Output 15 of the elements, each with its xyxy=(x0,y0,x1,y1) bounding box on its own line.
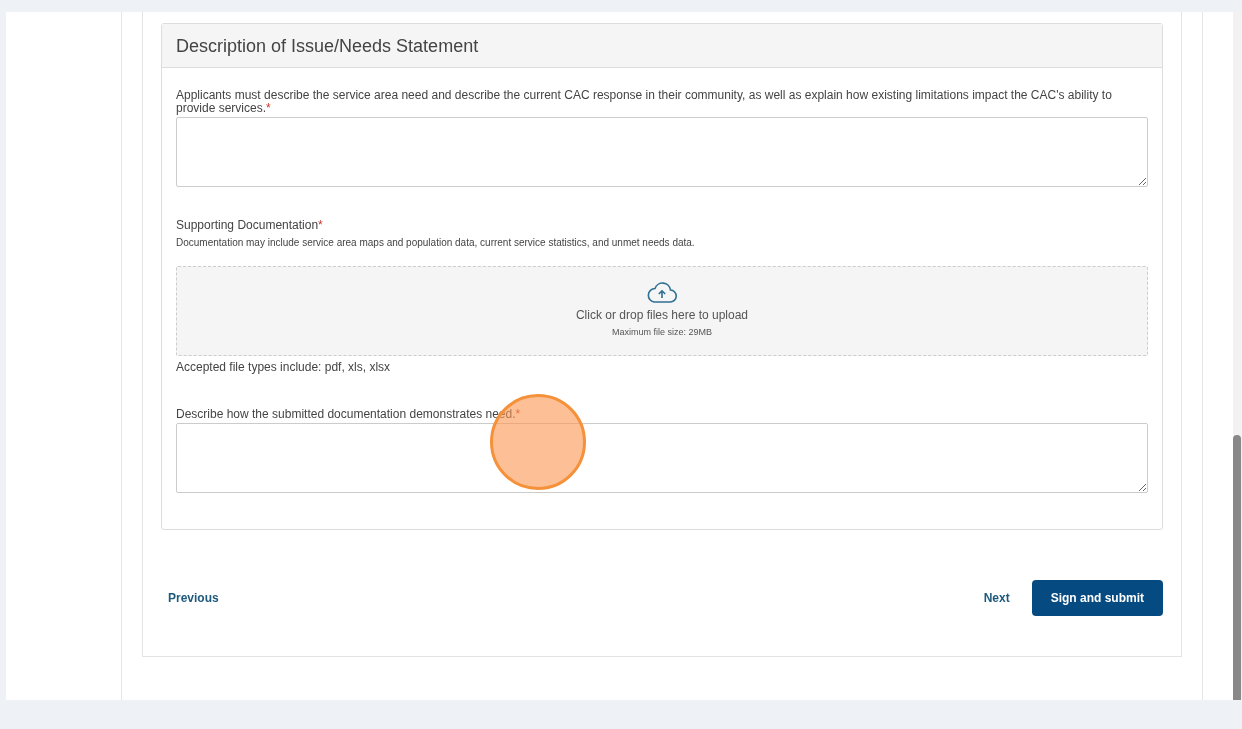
text-area[interactable] xyxy=(176,423,1148,493)
section-title: Description of Issue/Needs Statement xyxy=(162,24,1162,68)
upload-dropzone[interactable]: Click or drop files here to upload Maximum file size: 29MB xyxy=(176,266,1148,356)
field-label: Applicants must describe the service area need and describe the current CAC response in their community, as well as explain how existing limitations impact the CAC's ability to provide services.* xyxy=(176,89,1113,115)
help-text: Documentation may include service area maps and population data, current service statistics, and unmet needs data. xyxy=(176,236,696,250)
scrollbar-thumb[interactable] xyxy=(1233,435,1241,700)
max-size-text: Maximum file size: 29MB xyxy=(612,326,712,340)
previous-link[interactable]: Previous xyxy=(168,589,219,607)
accepted-types-text: Accepted file types include: pdf, xls, xlsx xyxy=(176,359,392,376)
text-area[interactable] xyxy=(176,117,1148,187)
upload-instruction: Click or drop files here to upload xyxy=(575,307,749,325)
cloud-upload-icon xyxy=(646,282,678,305)
next-link[interactable]: Next xyxy=(983,589,1010,607)
field-label: Supporting Documentation* xyxy=(176,219,324,232)
submit-button[interactable]: Sign and submit xyxy=(1031,580,1163,616)
